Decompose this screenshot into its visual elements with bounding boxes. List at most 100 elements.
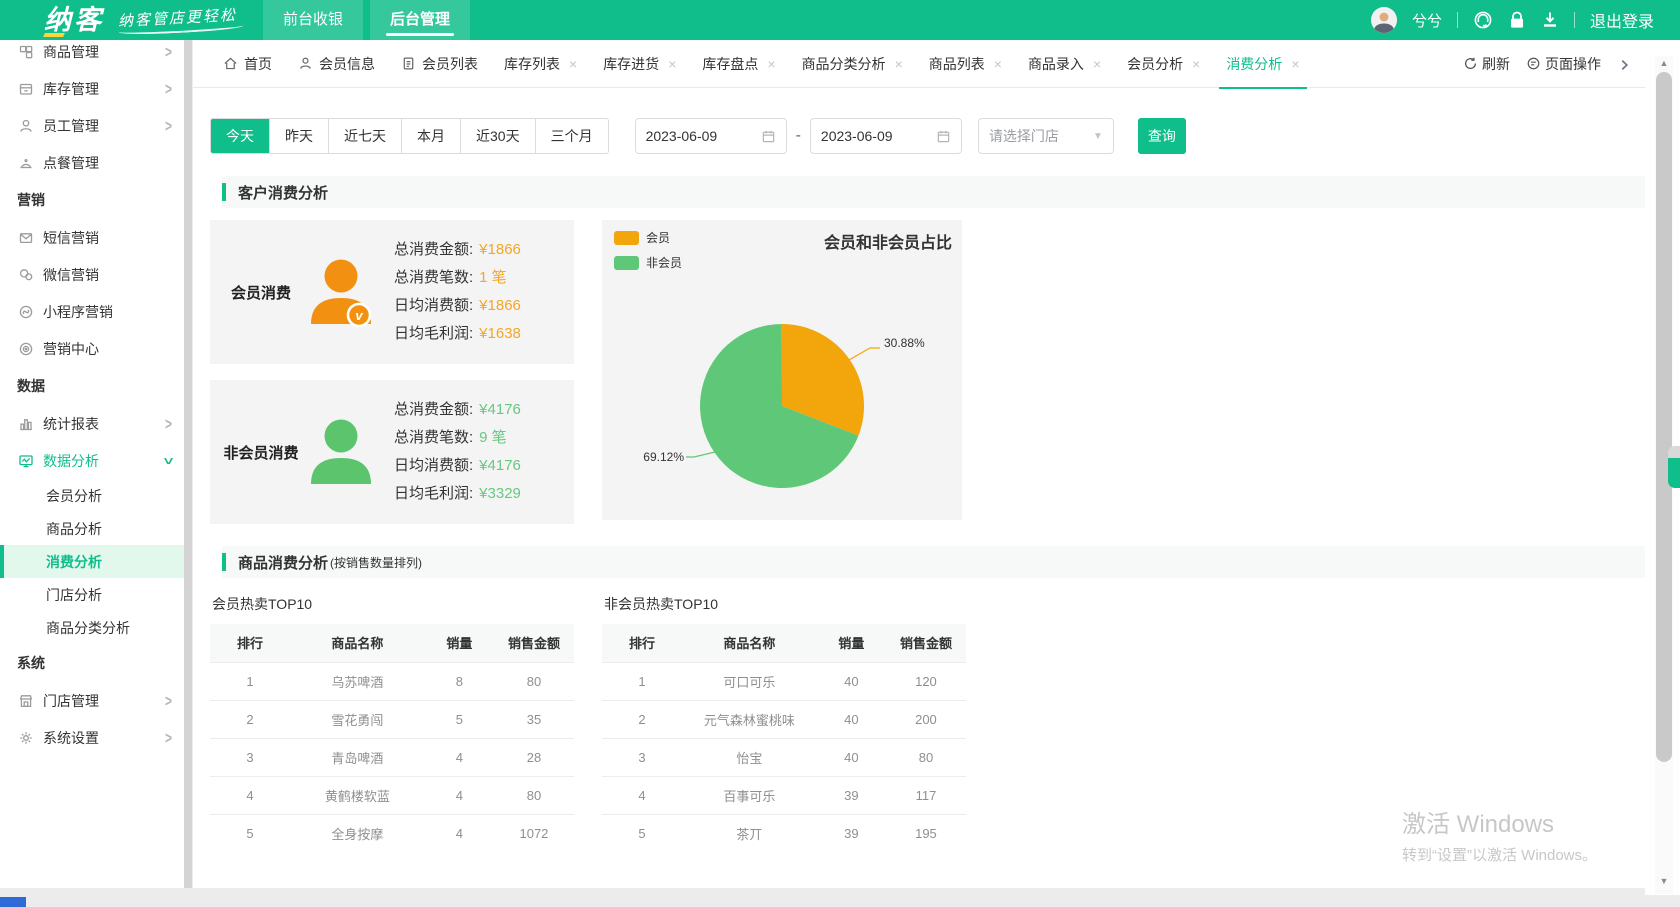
tab-category-analysis[interactable]: 商品分类分析 × <box>789 40 916 88</box>
sidebar-subitem-store-analysis[interactable]: 门店分析 <box>0 578 186 611</box>
close-icon[interactable]: × <box>1291 56 1299 72</box>
table-row: 4黄鹤楼软蓝480 <box>210 776 574 814</box>
legend-item-member[interactable]: 会员 <box>614 229 682 246</box>
pie-chart-title: 会员和非会员占比 <box>824 229 952 253</box>
tab-goods-entry[interactable]: 商品录入 × <box>1015 40 1114 88</box>
end-date-input[interactable] <box>810 118 962 154</box>
chevron-right-icon[interactable] <box>1617 55 1631 71</box>
vertical-scrollbar-thumb[interactable] <box>1656 72 1672 762</box>
sidebar-item-staff-mgmt[interactable]: 员工管理 > <box>0 107 186 144</box>
stat-value: ¥1866 <box>479 236 521 264</box>
store-icon <box>18 693 34 709</box>
sidebar-item-goods-mgmt[interactable]: 商品管理 > <box>0 40 186 70</box>
table-row: 4百事可乐39117 <box>602 776 966 814</box>
stat-value: 9 笔 <box>479 424 507 452</box>
sidebar-item-wechat-marketing[interactable]: 微信营销 <box>0 256 186 293</box>
sidebar-subitem-consumption-analysis[interactable]: 消费分析 <box>0 545 186 578</box>
col-name: 商品名称 <box>682 624 817 662</box>
stat-line: 总消费金额:¥1866 <box>394 236 521 264</box>
pie-label-member: 30.88% <box>884 336 925 350</box>
side-panel-toggle-body <box>1668 458 1680 488</box>
close-icon[interactable]: × <box>1093 56 1101 72</box>
sidebar-section-data: 数据 <box>0 367 186 405</box>
sidebar-item-marketing-center[interactable]: 营销中心 <box>0 330 186 367</box>
range-today-button[interactable]: 今天 <box>211 118 270 154</box>
tab-consumption-analysis[interactable]: 消费分析 × <box>1213 40 1312 88</box>
sidebar-item-statistics-report[interactable]: 统计报表 > <box>0 405 186 442</box>
start-date-value[interactable] <box>646 128 746 144</box>
query-button[interactable]: 查询 <box>1138 118 1186 154</box>
target-icon <box>18 341 34 357</box>
scroll-up-arrow[interactable]: ▲ <box>1655 58 1673 68</box>
range-last7days-button[interactable]: 近七天 <box>329 119 402 153</box>
miniprogram-icon <box>18 304 34 320</box>
sidebar-item-sms-marketing[interactable]: 短信营销 <box>0 219 186 256</box>
staff-icon <box>18 118 34 134</box>
member-card-label: 会员消费 <box>220 282 302 303</box>
lock-icon[interactable] <box>1508 10 1526 30</box>
tab-member-analysis[interactable]: 会员分析 × <box>1114 40 1213 88</box>
stat-line: 日均消费额:¥1866 <box>394 292 521 320</box>
close-icon[interactable]: × <box>569 56 577 72</box>
sidebar-item-ordering-mgmt[interactable]: 点餐管理 <box>0 144 186 181</box>
nav-tab-cashier[interactable]: 前台收银 <box>263 0 363 40</box>
range-yesterday-button[interactable]: 昨天 <box>270 119 329 153</box>
stat-line: 日均毛利润:¥3329 <box>394 480 521 508</box>
member-top10-table: 排行 商品名称 销量 销售金额 1乌苏啤酒880 2雪花勇闯535 3青岛啤酒4… <box>210 624 574 852</box>
refresh-button[interactable]: 刷新 <box>1463 54 1510 74</box>
dining-icon <box>18 155 34 171</box>
tab-inventory-purchase[interactable]: 库存进货 × <box>590 40 689 88</box>
customer-service-icon[interactable] <box>1473 10 1493 30</box>
member-ratio-pie-chart: 会员和非会员占比 会员 非会员 <box>602 220 962 520</box>
sidebar-item-system-settings[interactable]: 系统设置 > <box>0 719 186 756</box>
username[interactable]: 兮兮 <box>1412 10 1442 31</box>
close-icon[interactable]: × <box>994 56 1002 72</box>
tab-member-list[interactable]: 会员列表 <box>388 40 491 88</box>
sidebar-subitem-member-analysis[interactable]: 会员分析 <box>0 479 186 512</box>
sidebar-item-data-analysis[interactable]: 数据分析 > <box>0 442 186 479</box>
legend-item-nonmember[interactable]: 非会员 <box>614 254 682 271</box>
stat-line: 日均毛利润:¥1638 <box>394 320 521 348</box>
end-date-value[interactable] <box>821 128 921 144</box>
col-qty: 销量 <box>817 624 886 662</box>
logout-button[interactable]: 退出登录 <box>1590 8 1654 32</box>
chevron-down-icon: > <box>159 457 179 464</box>
sidebar-item-inventory-mgmt[interactable]: 库存管理 > <box>0 70 186 107</box>
close-icon[interactable]: × <box>767 56 775 72</box>
side-panel-toggle[interactable] <box>1668 446 1680 488</box>
table-row: 2元气森林蜜桃味40200 <box>602 700 966 738</box>
side-panel-toggle-cap <box>1668 446 1680 458</box>
col-name: 商品名称 <box>290 624 425 662</box>
sidebar-section-system: 系统 <box>0 644 186 682</box>
sidebar-scrollbar[interactable] <box>184 40 192 888</box>
range-thismonth-button[interactable]: 本月 <box>402 119 461 153</box>
close-icon[interactable]: × <box>668 56 676 72</box>
tab-inventory-check[interactable]: 库存盘点 × <box>689 40 788 88</box>
chevron-right-icon: > <box>165 79 172 99</box>
tab-home[interactable]: 首页 <box>210 40 285 88</box>
table-row: 2雪花勇闯535 <box>210 700 574 738</box>
header-right: 兮兮 退出登录 <box>1371 7 1680 33</box>
close-icon[interactable]: × <box>1192 56 1200 72</box>
tab-goods-list[interactable]: 商品列表 × <box>916 40 1015 88</box>
nav-tab-backoffice[interactable]: 后台管理 <box>370 0 470 40</box>
download-icon[interactable] <box>1541 10 1559 30</box>
avatar[interactable] <box>1371 7 1397 33</box>
store-select[interactable]: 请选择门店 ▼ <box>978 118 1114 154</box>
stat-line: 总消费笔数:1 笔 <box>394 264 521 292</box>
close-icon[interactable]: × <box>895 56 903 72</box>
divider <box>1574 12 1575 28</box>
range-threemonths-button[interactable]: 三个月 <box>536 119 608 153</box>
range-last30days-button[interactable]: 近30天 <box>461 119 536 153</box>
tab-member-info[interactable]: 会员信息 <box>285 40 388 88</box>
sidebar-item-store-mgmt[interactable]: 门店管理 > <box>0 682 186 719</box>
sidebar-subitem-goods-analysis[interactable]: 商品分析 <box>0 512 186 545</box>
sidebar-subitem-category-analysis[interactable]: 商品分类分析 <box>0 611 186 644</box>
legend-swatch-member <box>614 231 639 245</box>
start-date-input[interactable] <box>635 118 787 154</box>
stat-line: 总消费笔数:9 笔 <box>394 424 521 452</box>
tab-inventory-list[interactable]: 库存列表 × <box>491 40 590 88</box>
scroll-down-arrow[interactable]: ▼ <box>1655 876 1673 886</box>
page-operations-button[interactable]: 页面操作 <box>1526 54 1601 74</box>
sidebar-item-miniprogram-marketing[interactable]: 小程序营销 <box>0 293 186 330</box>
